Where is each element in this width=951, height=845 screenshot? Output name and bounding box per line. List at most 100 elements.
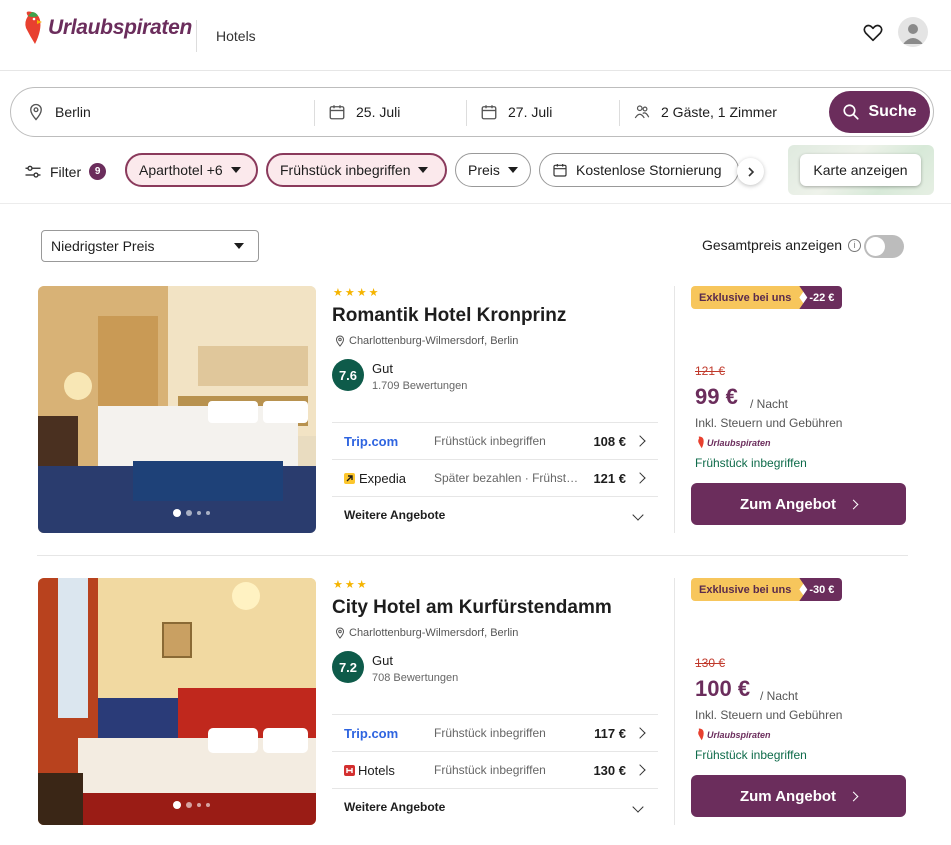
sort-select[interactable]: Niedrigster Preis [41, 230, 259, 262]
offer-row[interactable]: Expedia Später bezahlen · Frühstück inbe… [332, 459, 658, 496]
search-icon [843, 104, 860, 120]
destination-value: Berlin [55, 104, 91, 120]
hotels-com-icon [344, 764, 355, 776]
checkin-value: 25. Juli [356, 104, 401, 120]
heart-icon[interactable] [862, 22, 884, 44]
carousel-dot[interactable] [197, 511, 201, 515]
hotel-name[interactable]: City Hotel am Kurfürstendamm [332, 597, 612, 619]
carousel-dot[interactable] [186, 802, 192, 808]
location-pin-icon [335, 335, 345, 347]
more-offers-label: Weitere Angebote [344, 800, 446, 814]
checkout-value: 27. Juli [508, 104, 553, 120]
price: 100 € [695, 676, 751, 701]
rating-word: Gut [372, 653, 393, 668]
offer-row[interactable]: Trip.com Frühstück inbegriffen 117 € [332, 714, 658, 751]
chip-price[interactable]: Preis [455, 153, 531, 187]
price-note: Inkl. Steuern und Gebühren [695, 416, 843, 430]
location-pin-icon [30, 103, 42, 121]
guests-field[interactable]: 2 Gäste, 1 Zimmer [633, 88, 823, 136]
chevron-right-icon [634, 764, 646, 776]
chip-label: Aparthotel +6 [139, 162, 223, 178]
view-offer-label: Zum Angebot [739, 495, 837, 513]
view-offer-button[interactable]: Zum Angebot [691, 483, 906, 525]
chip-aparthotel[interactable]: Aparthotel +6 [125, 153, 258, 187]
carousel-dot[interactable] [186, 510, 192, 516]
old-price: 130 € [695, 656, 726, 670]
promo-label: Exklusive bei uns [691, 578, 807, 601]
chip-free-cancellation[interactable]: Kostenlose Stornierung [539, 153, 739, 187]
partner-logo-text: Urlaubspiraten [707, 729, 771, 740]
search-divider [619, 100, 620, 126]
total-price-setting: Gesamtpreis anzeigen i [702, 237, 862, 253]
carousel-dot[interactable] [173, 509, 181, 517]
parrot-logo-icon [698, 436, 704, 449]
user-icon [903, 24, 923, 44]
logo-text: Urlaubspiraten [48, 16, 192, 39]
location-text: Charlottenburg-Wilmersdorf, Berlin [349, 335, 519, 347]
promo-badge: Exklusive bei uns -22 € [691, 286, 843, 309]
chevron-down-icon [632, 801, 644, 813]
scroll-right-button[interactable] [737, 158, 764, 185]
carousel-dot[interactable] [173, 801, 181, 809]
provider-name: Expedia [359, 470, 406, 486]
provider-hotels: Hotels [344, 763, 395, 778]
hotel-photo[interactable] [38, 286, 316, 533]
carousel-dot[interactable] [197, 803, 201, 807]
checkin-field[interactable]: 25. Juli [328, 88, 468, 136]
filter-count-badge: 9 [89, 163, 107, 180]
rating-word: Gut [372, 361, 393, 376]
offer-price: 108 € [593, 433, 626, 449]
more-offers-row[interactable]: Weitere Angebote [332, 788, 658, 825]
checkout-field[interactable]: 27. Juli [480, 88, 620, 136]
sort-value: Niedrigster Preis [51, 238, 155, 254]
destination-field[interactable]: Berlin [27, 88, 317, 136]
price-note: Inkl. Steuern und Gebühren [695, 708, 843, 722]
hotel-location: Charlottenburg-Wilmersdorf, Berlin [334, 335, 518, 347]
info-icon[interactable]: i [848, 238, 862, 252]
avatar[interactable] [898, 17, 928, 47]
carousel-dot[interactable] [206, 511, 210, 515]
divider [0, 203, 951, 204]
show-map-button[interactable]: Karte anzeigen [800, 154, 921, 186]
old-price: 121 € [695, 364, 726, 378]
map-preview[interactable]: Karte anzeigen [788, 145, 934, 195]
chevron-right-icon [634, 472, 646, 484]
chevron-right-icon [848, 499, 859, 509]
caret-down-icon [418, 167, 429, 173]
parrot-logo-icon [698, 728, 704, 741]
breakfast-note: Frühstück inbegriffen [695, 748, 807, 762]
total-price-toggle[interactable] [864, 235, 904, 258]
view-offer-label: Zum Angebot [739, 787, 837, 805]
search-button[interactable]: Suche [829, 91, 930, 133]
calendar-icon [481, 105, 497, 120]
hotel-room-image [38, 578, 316, 825]
carousel-dot[interactable] [206, 803, 210, 807]
review-score: 7.6 [332, 359, 364, 391]
chip-label: Frühstück inbegriffen [280, 162, 411, 178]
offer-row[interactable]: Trip.com Frühstück inbegriffen 108 € [332, 422, 658, 459]
partner-logo-text: Urlaubspiraten [707, 437, 771, 448]
vertical-divider [674, 578, 675, 825]
hotel-name[interactable]: Romantik Hotel Kronprinz [332, 305, 566, 327]
search-divider [466, 100, 467, 126]
offer-row[interactable]: Hotels Frühstück inbegriffen 130 € [332, 751, 658, 788]
provider-trip: Trip.com [344, 725, 399, 741]
chip-breakfast[interactable]: Frühstück inbegriffen [266, 153, 447, 187]
guests-value: 2 Gäste, 1 Zimmer [661, 104, 777, 120]
image-carousel-dots [173, 801, 210, 809]
provider-expedia: Expedia [344, 471, 406, 486]
more-offers-row[interactable]: Weitere Angebote [332, 496, 658, 533]
search-bar: Berlin 25. Juli 27. Juli 2 Gäste, 1 Zimm… [10, 87, 934, 137]
filter-bar: Filter 9 Aparthotel +6 Frühstück inbegri… [0, 145, 951, 195]
star-rating: ★★★★ [333, 287, 381, 299]
hotel-photo[interactable] [38, 578, 316, 825]
view-offer-button[interactable]: Zum Angebot [691, 775, 906, 817]
chevron-right-icon [848, 791, 859, 801]
filter-label: Filter [50, 163, 82, 180]
section-label: Hotels [216, 28, 256, 44]
filter-button[interactable]: Filter 9 [24, 163, 107, 180]
calendar-cancel-icon [553, 164, 567, 177]
per-night: / Nacht [760, 689, 799, 703]
location-text: Charlottenburg-Wilmersdorf, Berlin [349, 627, 519, 639]
logo[interactable]: Urlaubspiraten [22, 10, 192, 46]
